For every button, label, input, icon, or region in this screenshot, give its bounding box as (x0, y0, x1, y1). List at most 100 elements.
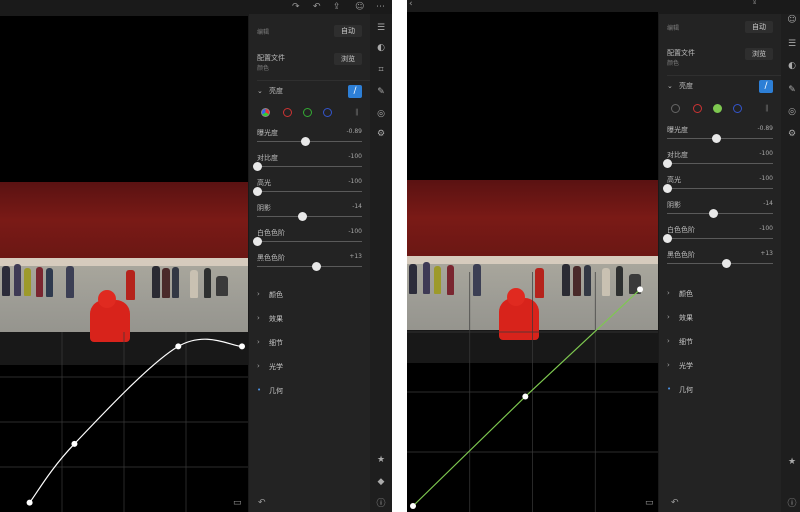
slider-label: 阴影 (257, 204, 271, 212)
browse-button[interactable]: 浏览 (745, 48, 773, 60)
profile-icon[interactable]: ☺ (355, 1, 364, 13)
chevron-down-icon: ⌄ (257, 87, 263, 95)
curve-toggle-button[interactable]: ∕ (759, 80, 773, 93)
star-icon[interactable]: ★ (375, 454, 387, 466)
section-header[interactable]: › 颜色 (667, 289, 773, 299)
curve-point[interactable] (175, 343, 182, 350)
undo-icon[interactable]: ↶ (313, 1, 321, 13)
tone-curve-svg[interactable] (407, 272, 658, 512)
curve-point[interactable] (410, 503, 416, 509)
slider-thumb[interactable] (711, 134, 721, 143)
slider-thumb[interactable] (311, 262, 321, 271)
slider-row: 曝光度 -0.89 (257, 128, 362, 148)
profile-label: 配置文件 (667, 49, 695, 57)
tone-curve[interactable] (0, 332, 248, 512)
curve-point[interactable] (71, 440, 78, 447)
slider-thumb[interactable] (663, 234, 672, 243)
auto-button[interactable]: 自动 (745, 21, 773, 33)
photo-viewport[interactable] (0, 16, 248, 512)
section-header[interactable]: › 效果 (667, 313, 773, 323)
section-header[interactable]: › 效果 (257, 314, 362, 324)
slider-thumb[interactable] (663, 159, 672, 168)
section-header[interactable]: › 光学 (667, 361, 773, 371)
section-header[interactable]: › 细节 (257, 338, 362, 348)
targeted-adjust-icon[interactable]: ∥ (765, 104, 769, 112)
crop-icon[interactable]: ⌗ (375, 64, 387, 76)
section-header[interactable]: • 几何 (257, 386, 362, 396)
section-header[interactable]: › 细节 (667, 337, 773, 347)
info-icon[interactable]: ⓘ (786, 498, 798, 510)
redo-icon[interactable]: ↷ (292, 1, 300, 13)
share-icon[interactable]: ⇪ (333, 1, 341, 13)
slider-track[interactable] (667, 163, 773, 164)
section-title: 颜色 (679, 290, 693, 298)
more-icon[interactable]: ⋯ (376, 1, 385, 13)
section-header[interactable]: › 光学 (257, 362, 362, 372)
presets-icon[interactable]: ◐ (786, 60, 798, 72)
reset-icon[interactable]: ↶ (258, 497, 266, 509)
selective-icon[interactable]: ⚙ (786, 128, 798, 140)
tag-icon[interactable]: ◆ (375, 476, 387, 488)
heal-brush-icon[interactable]: ✎ (375, 86, 387, 98)
child-head (98, 290, 116, 308)
curve-point[interactable] (637, 286, 644, 293)
red-channel-button[interactable] (693, 104, 702, 113)
slider-track[interactable] (667, 213, 773, 214)
slider-track[interactable] (667, 188, 773, 189)
rgb-channel-button[interactable] (671, 104, 680, 113)
profile-icon[interactable]: ☺ (786, 14, 798, 26)
curve-point[interactable] (239, 343, 245, 350)
slider-thumb[interactable] (253, 162, 262, 171)
blue-channel-button[interactable] (323, 108, 332, 117)
compare-icon[interactable]: ▭ (645, 497, 654, 509)
curve-point[interactable] (522, 393, 529, 400)
info-icon[interactable]: ⓘ (375, 498, 387, 510)
targeted-adjust-icon[interactable]: ∥ (355, 108, 359, 116)
slider-thumb[interactable] (253, 237, 262, 246)
tone-curve[interactable] (407, 272, 658, 512)
section-header[interactable]: • 几何 (667, 385, 773, 395)
slider-thumb[interactable] (301, 137, 311, 146)
back-icon[interactable]: ‹ (409, 0, 413, 10)
adjust-sliders-icon[interactable]: ☰ (786, 38, 798, 50)
star-icon[interactable]: ★ (786, 456, 798, 468)
masking-icon[interactable]: ◎ (375, 108, 387, 120)
left-screen: ↷ ↶ ⇪ ☺ ⋯ 编辑 自动 配置文件 颜色 浏览 ⌄ 亮度 ∕ ∥ 曝光度 … (0, 0, 392, 512)
curve-point[interactable] (26, 499, 33, 506)
compare-icon[interactable]: ▭ (233, 497, 242, 509)
slider-track[interactable] (257, 241, 362, 242)
slider-thumb[interactable] (663, 184, 672, 193)
blue-channel-button[interactable] (733, 104, 742, 113)
slider-track[interactable] (667, 238, 773, 239)
selective-icon[interactable]: ⚙ (375, 128, 387, 140)
green-channel-button[interactable] (713, 104, 722, 113)
photo-viewport[interactable] (407, 12, 658, 512)
slider-track[interactable] (257, 166, 362, 167)
presets-icon[interactable]: ◐ (375, 42, 387, 54)
masking-icon[interactable]: ◎ (786, 106, 798, 118)
browse-button[interactable]: 浏览 (334, 53, 362, 65)
curve-toggle-button[interactable]: ∕ (348, 85, 362, 98)
red-channel-button[interactable] (283, 108, 292, 117)
auto-button[interactable]: 自动 (334, 25, 362, 37)
rgb-channel-button[interactable] (261, 108, 270, 117)
tone-curve-svg[interactable] (0, 332, 248, 512)
profile-label: 配置文件 (257, 54, 285, 62)
adjust-sliders-icon[interactable]: ☰ (375, 22, 387, 34)
slider-track[interactable] (257, 266, 362, 267)
section-header[interactable]: › 颜色 (257, 290, 362, 300)
slider-thumb[interactable] (253, 187, 262, 196)
green-channel-button[interactable] (303, 108, 312, 117)
share-icon[interactable]: ⇪ (751, 0, 759, 8)
slider-track[interactable] (667, 263, 773, 264)
slider-thumb[interactable] (722, 259, 732, 268)
light-section-header[interactable]: ⌄ 亮度 ∕ (257, 85, 362, 99)
heal-brush-icon[interactable]: ✎ (786, 84, 798, 96)
slider-track[interactable] (257, 216, 362, 217)
slider-thumb[interactable] (708, 209, 718, 218)
reset-icon[interactable]: ↶ (671, 497, 679, 509)
slider-thumb[interactable] (298, 212, 308, 221)
light-section-header[interactable]: ⌄ 亮度 ∕ (667, 80, 773, 94)
section-title: 效果 (679, 314, 693, 322)
slider-track[interactable] (257, 191, 362, 192)
